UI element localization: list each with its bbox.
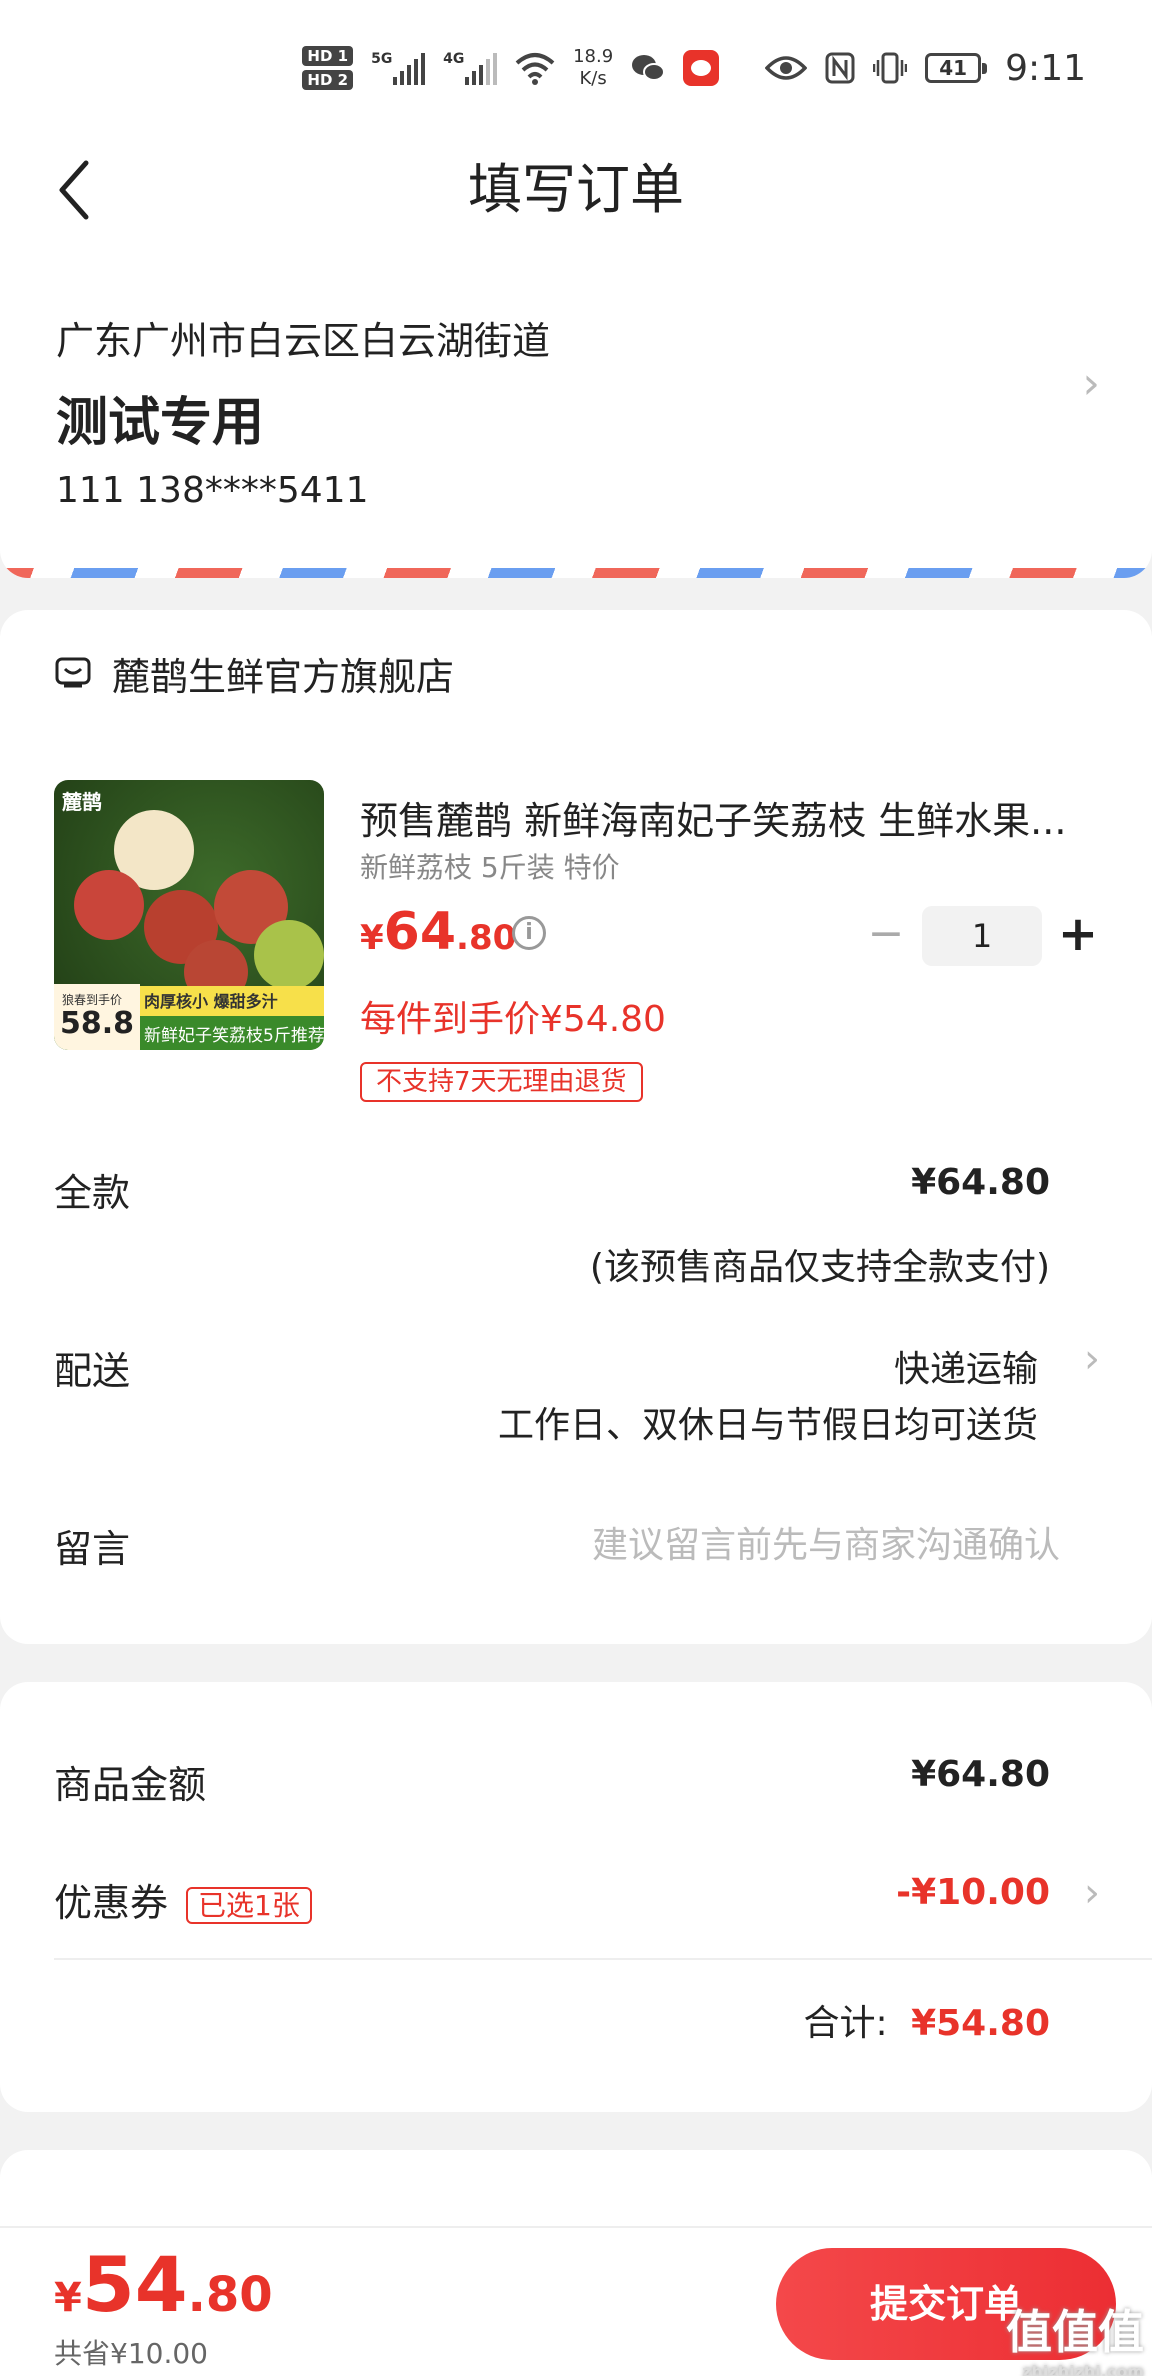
quantity-stepper: − 1 + (856, 906, 1108, 966)
speed-value: 18.9 (573, 46, 614, 67)
chevron-right-icon: › (1082, 358, 1100, 409)
network-speed: 18.9 K/s (573, 46, 613, 90)
goods-amount: ¥64.80 (911, 1754, 1050, 1795)
signal-4g-icon: 4G (443, 51, 498, 85)
message-label: 留言 (54, 1527, 131, 1571)
weibo-icon (683, 50, 720, 86)
increase-button[interactable]: + (1048, 906, 1108, 966)
signal-5g-label: 5G (371, 51, 393, 67)
total-label: 合计: (803, 2003, 888, 2044)
total-amount: ¥54.80 (911, 2003, 1050, 2044)
delivery-label: 配送 (54, 1349, 131, 1393)
nav-header: 填写订单 (0, 130, 1152, 260)
vibrate-icon (873, 52, 908, 84)
product-spec: 新鲜荔枝 5斤装 特价 (360, 851, 620, 884)
return-policy-tag: 不支持7天无理由退货 (360, 1062, 643, 1102)
price-int: 64 (383, 902, 457, 962)
total-dec: .80 (187, 2267, 273, 2323)
recipient-phone: 111 138****5411 (56, 470, 369, 511)
watermark-sub: zhizhizhi.com (1022, 2362, 1144, 2376)
store-icon (55, 657, 91, 687)
payment-label: 全款 (54, 1171, 131, 1215)
delivery-method[interactable]: 快递运输 (894, 1340, 1038, 1392)
address-card[interactable]: 广东广州市白云区白云湖街道 测试专用 111 138****5411 › (0, 260, 1152, 578)
image-band-bottom-text: 新鲜妃子笑荔枝5斤推荐 (144, 1026, 324, 1046)
signal-5g-icon: 5G (371, 51, 426, 85)
page-title: 填写订单 (468, 158, 684, 221)
status-time: 9:11 (1005, 47, 1086, 89)
payment-amount: ¥64.80 (911, 1162, 1050, 1203)
chevron-right-icon[interactable]: › (1084, 1336, 1100, 1382)
coupon-label: 优惠券 (54, 1881, 169, 1925)
price-dec: .80 (456, 918, 517, 958)
battery-icon: 41 (925, 53, 988, 83)
delivery-note: 工作日、双休日与节假日均可送货 (497, 1405, 1038, 1446)
watermark-text: 值值值 (1006, 2305, 1144, 2359)
bottom-bar: ¥54.80 共省¥10.00 提交订单 (0, 2226, 1152, 2376)
hd2-label: HD 2 (302, 70, 354, 90)
deal-price: 每件到手价¥54.80 (360, 999, 666, 1040)
coupon-row[interactable]: 优惠券 已选1张 (54, 1872, 312, 1927)
hd-indicator: HD 1 HD 2 (302, 46, 354, 90)
total-symbol: ¥ (54, 2275, 82, 2321)
status-icons: HD 1 HD 2 5G 4G 18.9 K/s 41 9:11 (302, 38, 1086, 98)
nfc-icon (825, 52, 855, 84)
decrease-button[interactable]: − (856, 906, 916, 966)
watermark: 值值值 zhizhizhi.com (1006, 2296, 1144, 2376)
coupon-selected-tag: 已选1张 (186, 1886, 312, 1924)
store-row[interactable]: 麓鹊生鲜官方旗舰店 (54, 646, 454, 701)
product-title[interactable]: 预售麓鹊 新鲜海南妃子笑荔枝 生鲜水果... (360, 790, 1100, 845)
product-image[interactable]: 麓鹊 肉厚核小 爆甜多汁 新鲜妃子笑荔枝5斤推荐 58.8 狼春到手价 (54, 780, 324, 1050)
divider (54, 1958, 1152, 1960)
price-symbol: ¥ (360, 918, 384, 958)
summary-total: 合计: ¥54.80 (803, 1994, 1050, 2046)
order-card: 麓鹊生鲜官方旗舰店 麓鹊 肉厚核小 爆甜多汁 新鲜妃子笑荔枝5斤推荐 58.8 … (0, 610, 1152, 1644)
status-bar: HD 1 HD 2 5G 4G 18.9 K/s 41 9:11 (0, 0, 1152, 130)
saved-amount: 共省¥10.00 (54, 2337, 208, 2370)
goods-amount-label: 商品金额 (54, 1763, 207, 1807)
image-band-top-text: 肉厚核小 爆甜多汁 (144, 992, 278, 1011)
signal-4g-label: 4G (443, 51, 465, 67)
store-name: 麓鹊生鲜官方旗舰店 (112, 655, 455, 699)
eye-icon (765, 56, 808, 80)
summary-card: 商品金额 ¥64.80 优惠券 已选1张 -¥10.00 › 合计: ¥54.80 (0, 1682, 1152, 2112)
product-price: ¥64.80 (360, 902, 516, 962)
total-int: 54 (81, 2240, 188, 2329)
message-input[interactable]: 建议留言前先与商家沟通确认 (592, 1516, 1060, 1568)
coupon-amount[interactable]: -¥10.00 (896, 1872, 1050, 1913)
speed-unit: K/s (579, 68, 607, 89)
image-price-tag: 狼春到手价 (58, 991, 127, 1008)
image-brand: 麓鹊 (62, 790, 102, 814)
recipient-name: 测试专用 (56, 393, 265, 453)
envelope-stripe (0, 568, 1152, 578)
quantity-input[interactable]: 1 (922, 906, 1042, 966)
wechat-icon (632, 55, 666, 81)
info-icon[interactable]: i (512, 916, 546, 950)
hd1-label: HD 1 (302, 46, 354, 66)
chevron-right-icon[interactable]: › (1084, 1870, 1100, 1916)
payment-note: (该预售商品仅支持全款支付) (589, 1247, 1050, 1288)
wifi-icon (515, 53, 555, 85)
bottom-total: ¥54.80 (54, 2240, 273, 2329)
address-line: 广东广州市白云区白云湖街道 (56, 319, 551, 363)
